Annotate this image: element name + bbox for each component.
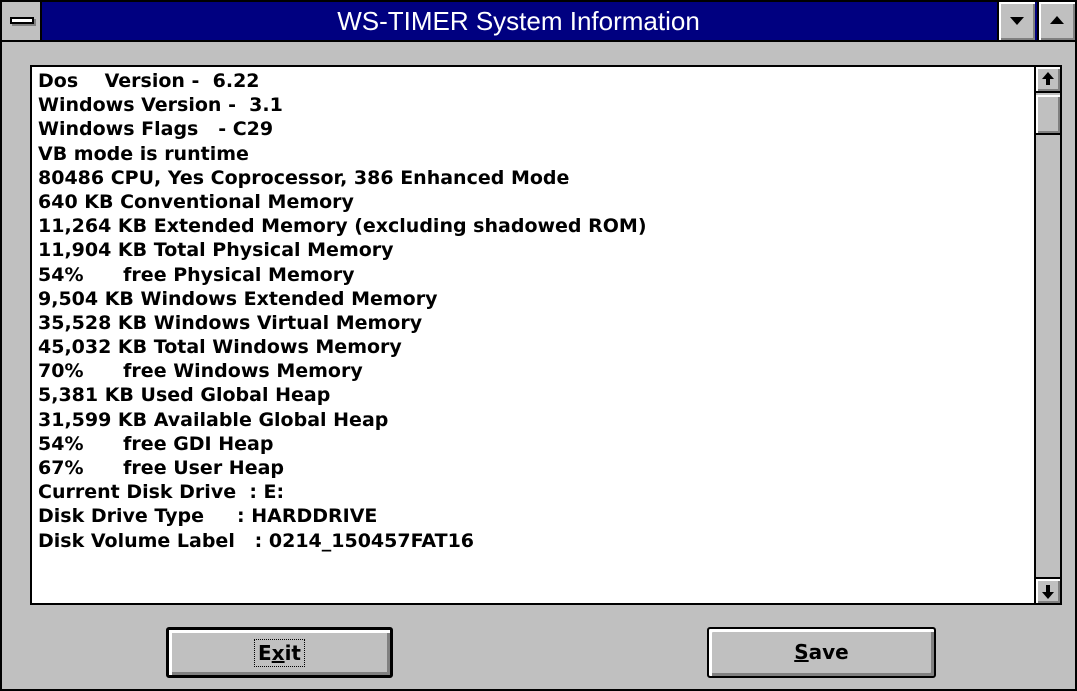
exit-label-post: it [284, 641, 301, 665]
save-accelerator: S [794, 640, 809, 664]
info-line: 9,504 KB Windows Extended Memory [38, 287, 438, 310]
system-info-list[interactable]: Dos Version - 6.22 Windows Version - 3.1 W… [30, 65, 1062, 605]
scroll-up-button[interactable] [1036, 67, 1060, 93]
info-line: VB mode is runtime [38, 142, 249, 165]
system-info-lines: Dos Version - 6.22 Windows Version - 3.1 W… [38, 69, 1028, 603]
info-line: 80486 CPU, Yes Coprocessor, 386 Enhanced… [38, 166, 570, 189]
scroll-up-arrow-stem [1046, 79, 1050, 85]
vertical-scrollbar[interactable] [1034, 67, 1060, 603]
info-line: 35,528 KB Windows Virtual Memory [38, 311, 423, 334]
window-title: WS-TIMER System Information [337, 6, 700, 36]
info-line: Disk Drive Type : HARDDRIVE [38, 505, 378, 528]
scroll-thumb[interactable] [1036, 95, 1060, 135]
info-line: 11,904 KB Total Physical Memory [38, 239, 394, 262]
control-menu-box[interactable] [2, 2, 42, 40]
minimize-button[interactable] [997, 2, 1035, 40]
info-line: 70% free Windows Memory [38, 360, 363, 383]
scroll-down-button[interactable] [1036, 577, 1060, 603]
info-line: 67% free User Heap [38, 457, 285, 479]
save-label-post: ave [808, 640, 849, 664]
maximize-icon [1050, 16, 1064, 24]
info-line: 54% free Physical Memory [38, 263, 355, 286]
title-bar[interactable]: WS-TIMER System Information [2, 2, 1075, 42]
save-label: Save [794, 640, 849, 664]
info-line: 54% free GDI Heap [38, 432, 274, 455]
ws-timer-window: WS-TIMER System Information Dos Version … [0, 0, 1077, 691]
exit-accelerator: x [271, 641, 285, 665]
info-line: 31,599 KB Available Global Heap [38, 408, 389, 431]
info-line: 45,032 KB Total Windows Memory [38, 336, 402, 359]
exit-label-pre: E [258, 641, 272, 665]
info-line: Disk Volume Label : 0214_150457FAT16 [38, 529, 475, 552]
exit-focus-ring: Exit [254, 639, 305, 667]
info-line: Windows Version - 3.1 [38, 94, 283, 117]
info-line: 640 KB Conventional Memory [38, 190, 354, 213]
scroll-up-arrow-icon [1042, 72, 1054, 79]
info-line: Windows Flags - C29 [38, 118, 274, 141]
maximize-button[interactable] [1037, 2, 1075, 40]
info-line: Current Disk Drive : E: [38, 481, 285, 504]
exit-button[interactable]: Exit [166, 627, 393, 678]
save-button[interactable]: Save [707, 627, 936, 678]
info-line: 11,264 KB Extended Memory (excluding sha… [38, 215, 647, 238]
minimize-icon [1010, 17, 1024, 25]
control-menu-icon [10, 17, 34, 24]
info-line: 5,381 KB Used Global Heap [38, 384, 331, 407]
scroll-down-arrow-icon [1042, 592, 1054, 599]
info-line: Dos Version - 6.22 [38, 70, 260, 92]
scroll-down-arrow-stem [1046, 585, 1050, 592]
